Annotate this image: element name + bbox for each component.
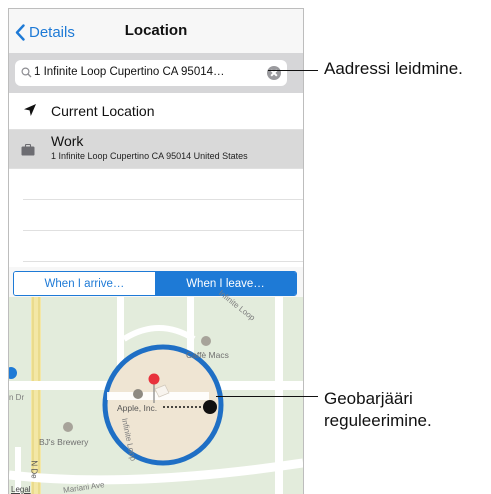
list-item-label: Current Location	[51, 103, 155, 119]
location-list: Current Location Work 1 Infinite Loop Cu…	[9, 93, 303, 293]
map-label-caffe-macs: Caffè Macs	[186, 350, 229, 360]
list-item-empty	[23, 231, 303, 262]
clear-icon[interactable]	[267, 66, 281, 80]
info-icon	[133, 389, 143, 399]
map-label-n-dr: n Dr	[9, 393, 25, 402]
map-label-bjs-brewery: BJ's Brewery	[39, 437, 89, 447]
callout-geofence: Geobarjääri reguleerimine.	[324, 388, 432, 432]
search-icon	[21, 67, 32, 78]
list-item-label: Work	[51, 133, 84, 149]
search-value: 1 Infinite Loop Cupertino CA 95014…	[34, 66, 225, 78]
search-bar: 1 Infinite Loop Cupertino CA 95014…	[9, 53, 303, 93]
pin-icon	[148, 373, 160, 385]
callout-search: Aadressi leidmine.	[324, 59, 463, 78]
phone-screen: Details Location 1 Infinite Loop Cuperti…	[8, 8, 304, 494]
callout-geofence-line1: Geobarjääri	[324, 389, 413, 408]
map-label-n-de: N De	[29, 460, 39, 479]
trigger-segmented-control-area: When I arrive… When I leave…	[9, 267, 303, 301]
briefcase-icon	[21, 144, 35, 156]
page-title: Location	[124, 22, 188, 39]
trigger-segmented-control: When I arrive… When I leave…	[13, 271, 297, 296]
navigation-bar: Details Location	[9, 9, 303, 53]
list-item-work[interactable]: Work 1 Infinite Loop Cupertino CA 95014 …	[9, 130, 303, 169]
poi-icon	[201, 336, 211, 346]
callout-leader-line	[216, 396, 318, 397]
location-arrow-icon	[24, 104, 36, 116]
geofence-handle	[203, 400, 217, 414]
list-item-empty	[23, 169, 303, 200]
search-input[interactable]: 1 Infinite Loop Cupertino CA 95014…	[15, 60, 287, 86]
callout-geofence-line2: reguleerimine.	[324, 411, 432, 430]
list-item-empty	[23, 200, 303, 231]
list-item-address: 1 Infinite Loop Cupertino CA 95014 Unite…	[51, 151, 248, 161]
map-label-apple-inc: Apple, Inc.	[117, 403, 158, 413]
callout-leader-line	[268, 70, 318, 71]
segment-when-i-arrive[interactable]: When I arrive…	[14, 272, 155, 295]
list-item-current-location[interactable]: Current Location	[9, 93, 303, 130]
poi-icon	[63, 422, 73, 432]
